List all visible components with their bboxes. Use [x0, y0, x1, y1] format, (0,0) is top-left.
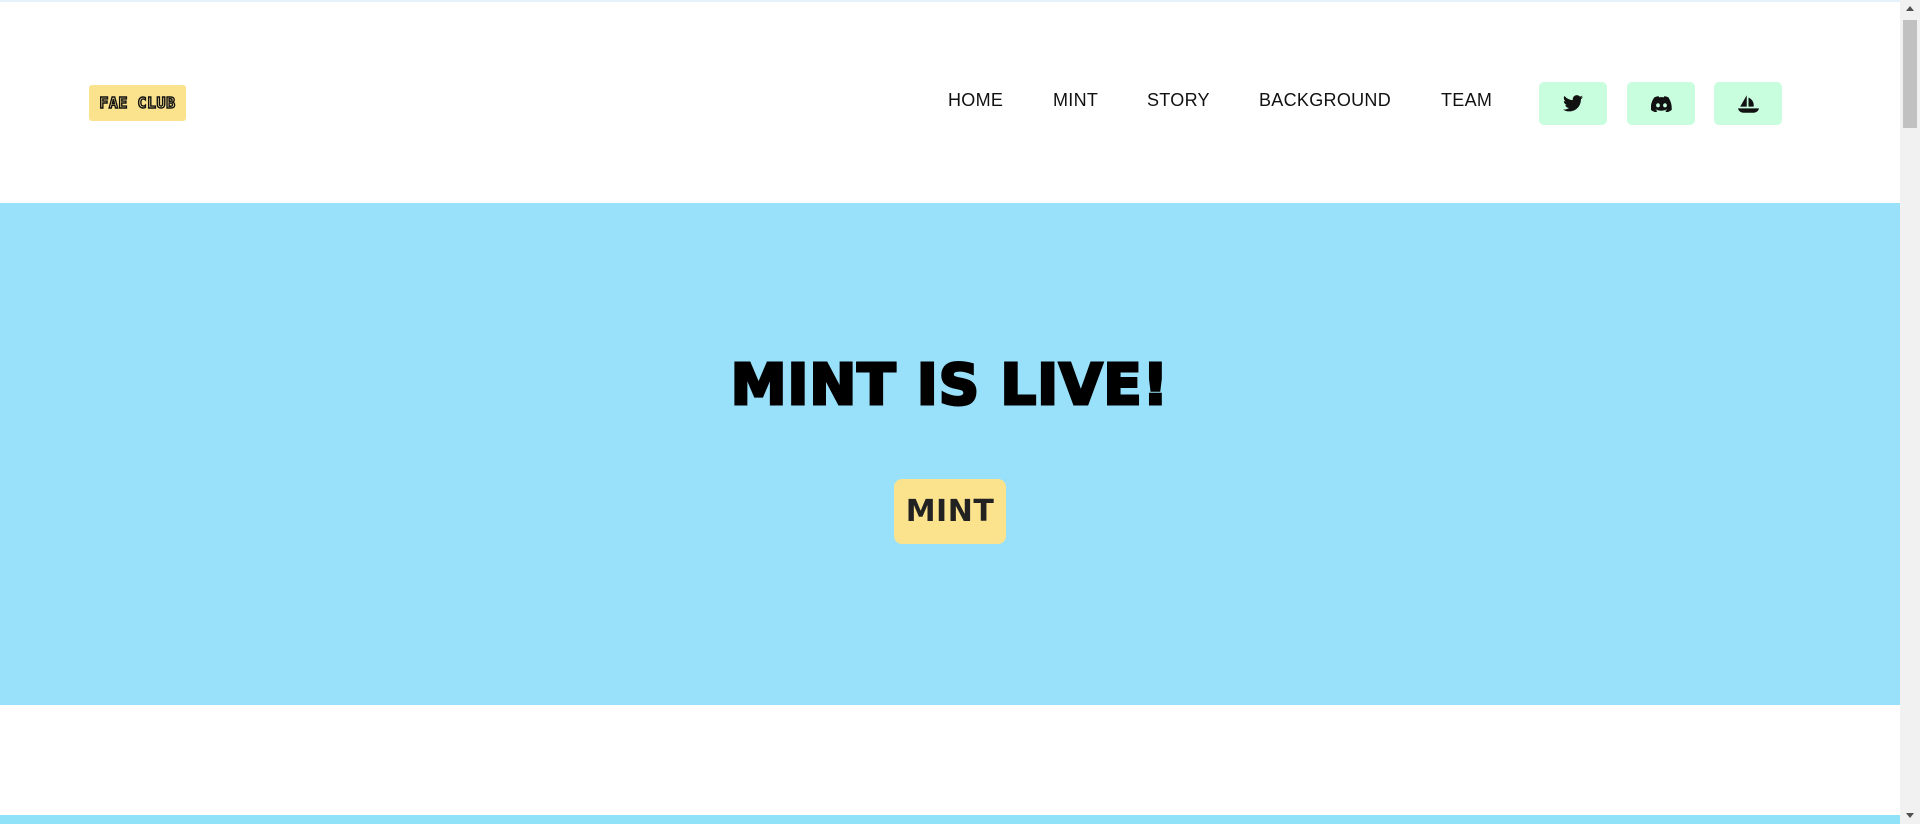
- next-section-band: [0, 815, 1900, 824]
- opensea-button[interactable]: [1714, 82, 1782, 125]
- site-header: FAE CLUB HOME MINT STORY BACKGROUND TEAM: [0, 2, 1900, 203]
- page: FAE CLUB HOME MINT STORY BACKGROUND TEAM…: [0, 0, 1900, 824]
- nav-mint[interactable]: MINT: [1053, 90, 1098, 111]
- logo[interactable]: FAE CLUB: [89, 85, 186, 121]
- scroll-down-arrow-icon[interactable]: [1900, 807, 1920, 824]
- twitter-icon: [1563, 95, 1583, 112]
- hero-section: MINT IS LIVE! MINT: [0, 203, 1900, 705]
- nav-story[interactable]: STORY: [1147, 90, 1210, 111]
- nav-team[interactable]: TEAM: [1441, 90, 1492, 111]
- discord-icon: [1650, 95, 1672, 112]
- twitter-button[interactable]: [1539, 82, 1607, 125]
- discord-button[interactable]: [1627, 82, 1695, 125]
- scroll-up-arrow-icon[interactable]: [1900, 0, 1920, 17]
- scroll-thumb[interactable]: [1903, 20, 1917, 128]
- mint-button[interactable]: MINT: [894, 479, 1006, 544]
- hero-title: MINT IS LIVE!: [729, 352, 1170, 420]
- nav-background[interactable]: BACKGROUND: [1259, 90, 1391, 111]
- vertical-scrollbar[interactable]: [1900, 0, 1920, 824]
- opensea-icon: [1737, 94, 1759, 113]
- nav-home[interactable]: HOME: [948, 90, 1003, 111]
